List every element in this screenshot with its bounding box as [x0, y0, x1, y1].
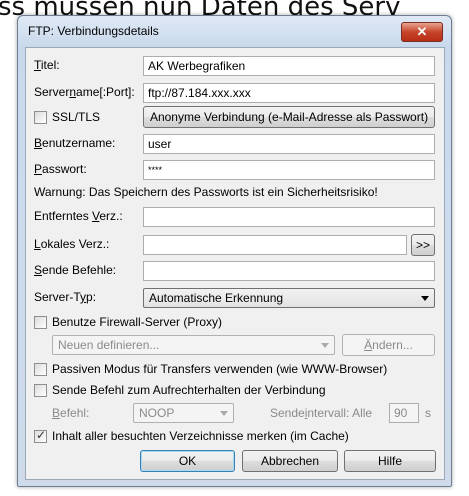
passive-mode-label: Passiven Modus für Transfers verwenden (… [52, 362, 388, 376]
title-bar: FTP: Verbindungsdetails ✕ [18, 16, 451, 46]
help-button[interactable]: Hilfe [344, 450, 436, 472]
local-dir-input[interactable] [143, 235, 407, 255]
username-label: Benutzername: [34, 136, 116, 150]
ssl-label: SSL/TLS [52, 110, 101, 124]
anonymous-connection-button[interactable]: Anonyme Verbindung (e-Mail-Adresse als P… [143, 106, 435, 128]
remote-dir-label: Entferntes Verz.: [34, 209, 123, 223]
password-input[interactable]: **** [143, 160, 435, 180]
close-button[interactable]: ✕ [401, 22, 443, 42]
interval-input[interactable]: 90 [389, 403, 419, 423]
server-type-select[interactable]: Automatische Erkennung [143, 288, 435, 308]
password-warning: Warnung: Das Speichern des Passworts ist… [34, 185, 378, 199]
remote-dir-input[interactable] [143, 207, 435, 227]
ssl-checkbox[interactable] [34, 111, 47, 124]
interval-label: Sendeintervall: Alle [270, 406, 373, 420]
cache-checkbox[interactable] [34, 428, 47, 443]
command-select-value: NOOP [139, 406, 175, 420]
firewall-select[interactable]: Neuen definieren... [52, 335, 335, 355]
local-dir-label: Lokales Verz.: [34, 237, 110, 251]
dialog-body: Titel: AK Werbegrafiken Servername[:Port… [25, 47, 445, 480]
keepalive-checkbox[interactable] [34, 384, 47, 397]
close-icon: ✕ [416, 24, 428, 39]
passive-mode-checkbox[interactable] [34, 363, 47, 376]
send-commands-input[interactable] [143, 261, 435, 281]
server-label: Servername[:Port]: [34, 85, 135, 99]
firewall-label: Benutze Firewall-Server (Proxy) [52, 315, 223, 329]
title-input[interactable]: AK Werbegrafiken [143, 56, 435, 76]
firewall-select-value: Neuen definieren... [58, 338, 160, 352]
window-title: FTP: Verbindungsdetails [28, 24, 159, 38]
command-label: Befehl: [52, 406, 90, 420]
chevron-down-icon [220, 411, 228, 416]
cache-label: Inhalt aller besuchten Verzeichnisse mer… [52, 429, 349, 443]
change-firewall-button[interactable]: Ändern... [342, 334, 435, 356]
firewall-checkbox[interactable] [34, 316, 47, 329]
command-select[interactable]: NOOP [133, 403, 234, 423]
server-type-label: Server-Typ: [34, 290, 97, 304]
keepalive-label: Sende Befehl zum Aufrechterhalten der Ve… [52, 383, 326, 397]
password-label: Passwort: [34, 162, 87, 176]
ftp-connection-dialog: FTP: Verbindungsdetails ✕ Titel: AK Werb… [17, 15, 452, 487]
chevron-down-icon [421, 296, 429, 301]
browse-local-button[interactable]: >> [411, 234, 435, 256]
username-input[interactable]: user [143, 134, 435, 154]
server-type-value: Automatische Erkennung [149, 291, 284, 305]
title-label: Titel: [34, 58, 60, 72]
ok-button[interactable]: OK [140, 450, 235, 472]
server-input[interactable]: ftp://87.184.xxx.xxx [143, 83, 435, 103]
cancel-button[interactable]: Abbrechen [242, 450, 338, 472]
send-commands-label: Sende Befehle: [34, 263, 117, 277]
chevron-down-icon [321, 343, 329, 348]
interval-unit: s [425, 406, 431, 420]
